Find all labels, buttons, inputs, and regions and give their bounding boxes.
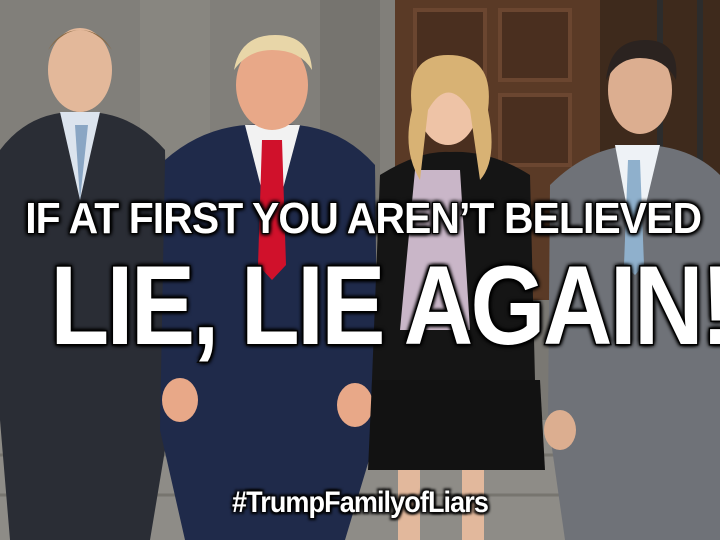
meme-image: IF AT FIRST YOU AREN’T BELIEVED LIE, LIE… bbox=[0, 0, 720, 540]
hashtag-text: #TrumpFamilyofLiars bbox=[232, 486, 489, 519]
caption-top-line: IF AT FIRST YOU AREN’T BELIEVED bbox=[24, 193, 703, 244]
caption-main-line: LIE, LIE AGAIN! bbox=[49, 243, 720, 368]
